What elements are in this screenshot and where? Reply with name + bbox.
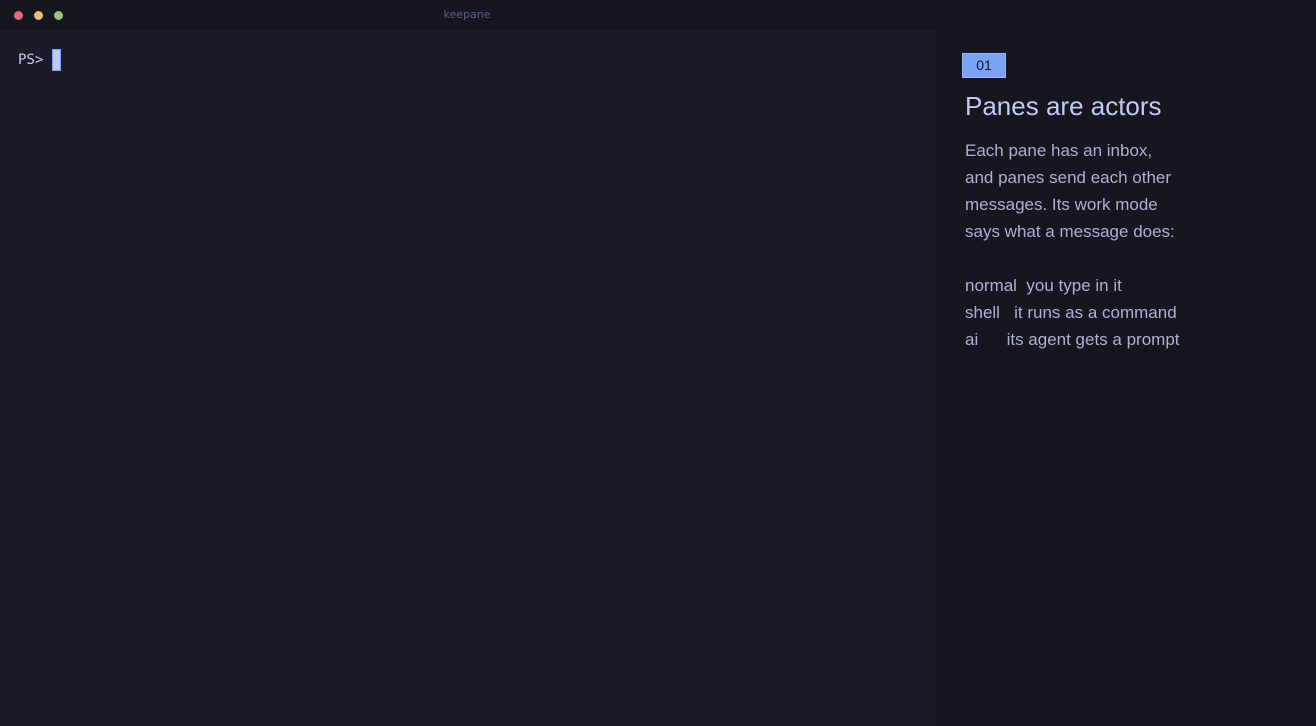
step-badge: 01 — [962, 53, 1006, 78]
paragraph-line: Each pane has an inbox, — [965, 141, 1153, 160]
paragraph-line: and panes send each other — [965, 168, 1172, 187]
sidebar-heading: Panes are actors — [965, 91, 1162, 121]
text-cursor — [52, 49, 62, 71]
paragraph-line: messages. Its work mode — [965, 195, 1158, 214]
prompt-line: PS> — [18, 49, 62, 71]
terminal-pane[interactable]: PS> — [0, 30, 936, 726]
window-title: keepane — [443, 8, 491, 21]
mode-row-normal: normal you type in it — [965, 276, 1122, 295]
mode-row-shell: shell it runs as a command — [965, 303, 1177, 322]
mode-row-ai: ai its agent gets a prompt — [965, 330, 1180, 349]
sidebar-body: Each pane has an inbox, and panes send e… — [965, 137, 1305, 353]
app-window: keepane PS> 01 Panes are actors Each pan… — [0, 0, 1316, 726]
title-bar: keepane — [0, 0, 936, 30]
paragraph-line: says what a message does: — [965, 222, 1175, 241]
info-sidebar: 01 Panes are actors Each pane has an inb… — [936, 0, 1316, 726]
prompt-label: PS> — [18, 52, 44, 68]
